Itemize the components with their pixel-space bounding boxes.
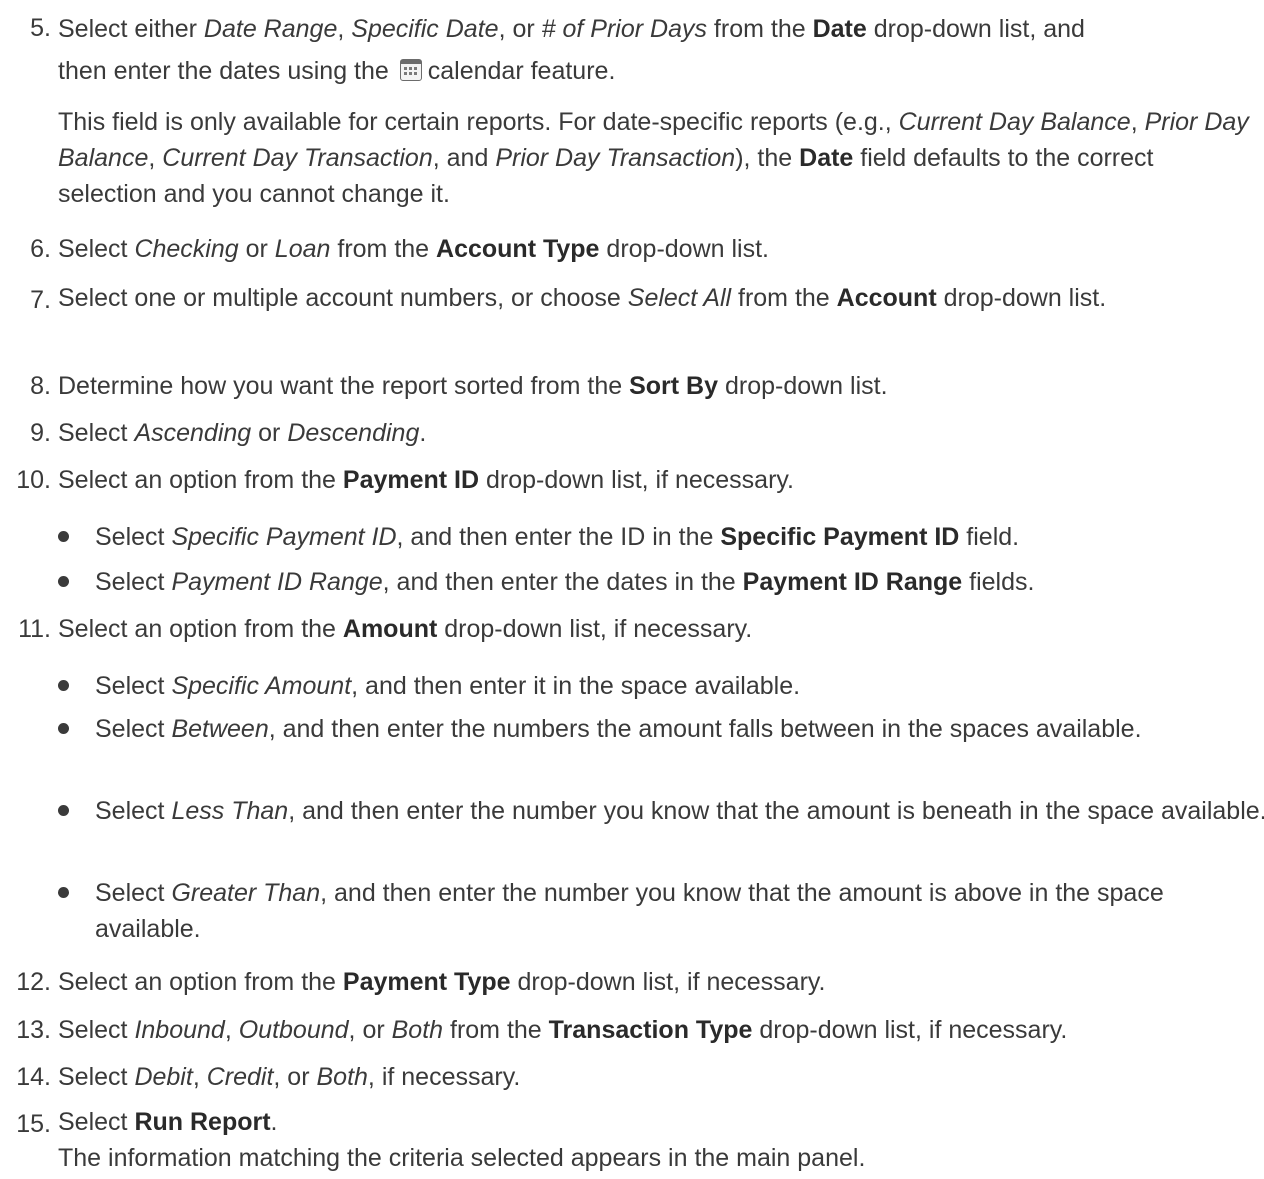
calendar-icon (399, 59, 422, 81)
step-5-note: This field is only available for certain… (58, 108, 1249, 208)
step-number: 10. (16, 466, 51, 494)
bullet-icon (58, 887, 69, 898)
step-15-note: The information matching the criteria se… (58, 1144, 866, 1172)
step-number: 13. (16, 1016, 51, 1044)
step-number: 15. (16, 1110, 51, 1138)
bullet-icon (58, 531, 69, 542)
step-text: Select an option from the Amount drop-do… (58, 615, 753, 643)
document-page: 5. Select either Date Range, Specific Da… (0, 0, 1264, 1179)
step-number: 6. (30, 235, 51, 263)
step-number: 14. (16, 1063, 51, 1091)
step-number: 7. (30, 286, 51, 314)
step-number: 5. (30, 14, 51, 42)
step-text: Select Debit, Credit, or Both, if necess… (58, 1063, 521, 1091)
step-text: Select an option from the Payment ID dro… (58, 466, 795, 494)
step-text: Select an option from the Payment Type d… (58, 968, 826, 996)
step-text: Select Checking or Loan from the Account… (58, 235, 769, 263)
step-text: Select one or multiple account numbers, … (58, 284, 1107, 312)
step-number: 8. (30, 372, 51, 400)
step-number: 12. (16, 968, 51, 996)
step-text: Select either Date Range, Specific Date,… (58, 15, 1085, 85)
step-text: Select Inbound, Outbound, or Both from t… (58, 1016, 1068, 1044)
step-text: Determine how you want the report sorted… (58, 372, 888, 400)
bullet-icon (58, 680, 69, 691)
step-text: Select Ascending or Descending. (58, 419, 427, 447)
step-number: 11. (18, 615, 51, 643)
bullet-icon (58, 576, 69, 587)
step-number: 9. (30, 419, 51, 447)
bullet-icon (58, 723, 69, 734)
step-text: Select Run Report. The information match… (58, 1108, 866, 1172)
bullet-icon (58, 805, 69, 816)
